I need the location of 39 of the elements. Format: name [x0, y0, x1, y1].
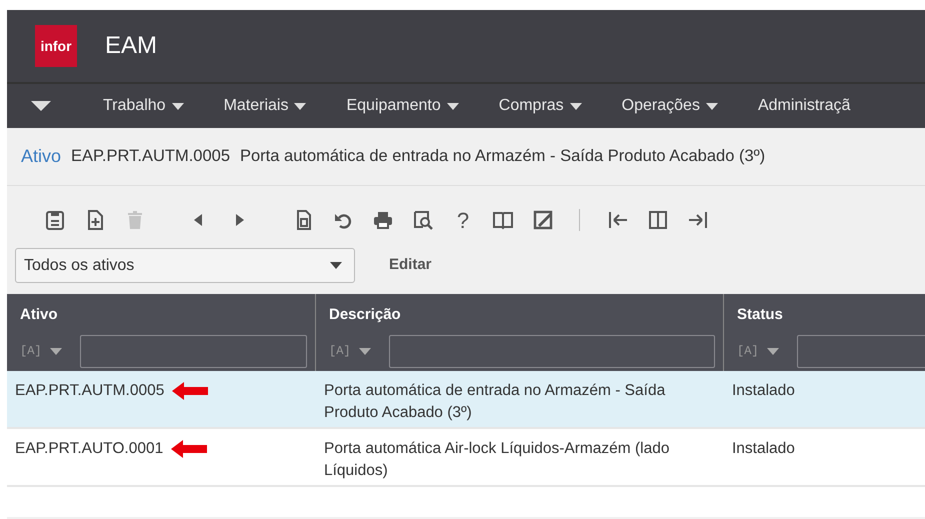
caret-icon	[570, 102, 582, 110]
caret-icon	[330, 262, 342, 269]
record-type-link[interactable]: Ativo	[21, 143, 62, 170]
caret-icon	[172, 102, 184, 110]
save-icon[interactable]	[44, 209, 66, 231]
edit-box-icon[interactable]	[532, 209, 554, 231]
table-cell[interactable]: EAP.PRT.AUTO.0001	[15, 438, 164, 460]
caret-icon[interactable]	[31, 101, 51, 111]
preview-icon[interactable]	[412, 209, 434, 231]
menu-item[interactable]: Equipamento	[346, 94, 459, 118]
collapse-right-icon[interactable]	[687, 209, 709, 231]
print-icon[interactable]	[372, 209, 394, 231]
menu-item[interactable]: Administraçã	[758, 94, 850, 118]
caret-icon	[294, 102, 306, 110]
book-icon[interactable]	[492, 209, 514, 231]
column-header: Ativo	[20, 305, 58, 325]
caret-icon	[50, 348, 62, 354]
menu-item[interactable]: Compras	[498, 94, 582, 118]
caret-icon	[706, 102, 718, 110]
table-cell[interactable]: EAP.PRT.AUTM.0005	[15, 380, 164, 402]
logo: infor	[35, 25, 77, 67]
menu-item[interactable]: Trabalho	[103, 94, 184, 118]
caret-icon	[766, 348, 779, 354]
split-view-icon[interactable]	[647, 209, 669, 231]
app-title: EAM	[105, 31, 158, 61]
caret-icon	[446, 102, 459, 110]
menu-item[interactable]: Materiais	[224, 94, 306, 118]
record-code: EAP.PRT.AUTM.0005	[71, 146, 230, 168]
collapse-left-icon[interactable]	[607, 209, 629, 231]
filter-input[interactable]	[80, 334, 307, 368]
column-header: Descrição	[329, 305, 402, 325]
caret-icon	[358, 348, 371, 354]
filter-input[interactable]	[388, 334, 715, 368]
column-header: Status	[737, 305, 784, 325]
menu-item[interactable]: Operações	[622, 94, 718, 118]
dataspy-select[interactable]: Todos os ativos	[15, 248, 355, 283]
record-description: Porta automática de entrada no Armazém - Saída Produto Acabado (3º)	[240, 146, 766, 168]
help-button[interactable]: ?	[443, 204, 483, 236]
edit-button[interactable]: Editar	[383, 253, 438, 278]
